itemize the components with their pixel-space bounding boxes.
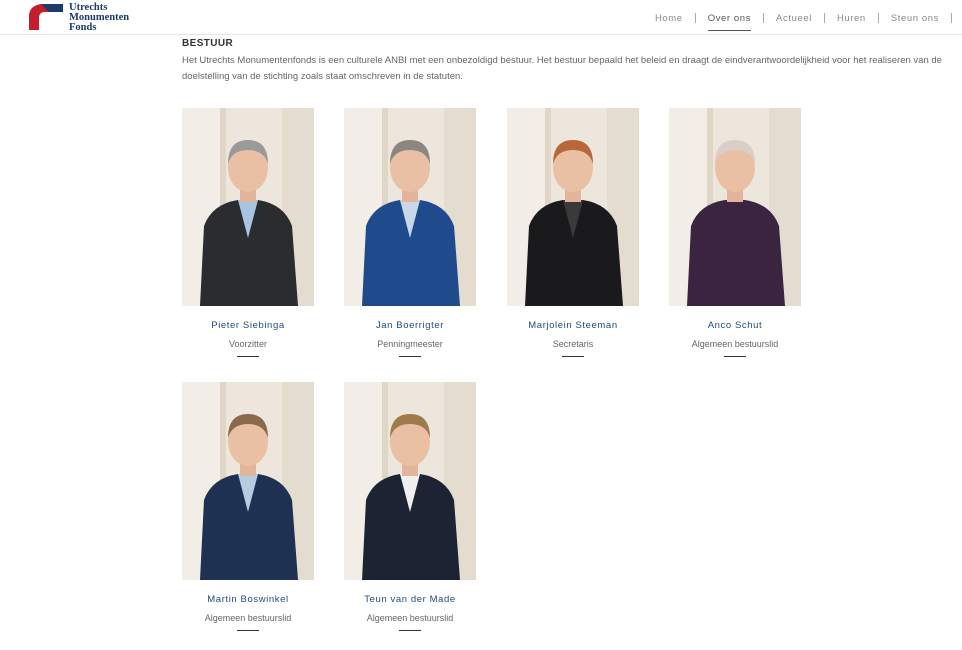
nav-steun-ons[interactable]: Steun ons: [879, 13, 951, 24]
member-photo: [182, 382, 314, 580]
member-role: Voorzitter: [228, 339, 268, 349]
member-divider: [237, 356, 259, 357]
member-name: Anco Schut: [707, 320, 763, 331]
member-divider: [399, 356, 421, 357]
nav-home[interactable]: Home: [643, 13, 695, 24]
member-photo: [507, 108, 639, 306]
nav-over-ons[interactable]: Over ons: [696, 13, 763, 31]
logo-text: Utrechts Monumenten Fonds: [69, 2, 129, 33]
member-name: Marjolein Steeman: [528, 320, 618, 331]
member-divider: [399, 630, 421, 631]
member-name: Martin Boswinkel: [207, 594, 289, 605]
logo-line-3: Fonds: [69, 22, 97, 33]
member-card: Marjolein Steeman Secretaris: [507, 108, 639, 357]
member-divider: [237, 630, 259, 631]
section-intro: Het Utrechts Monumentenfonds is een cult…: [182, 55, 942, 82]
member-photo: [182, 108, 314, 306]
logo-emblem-icon: [29, 4, 63, 30]
site-logo[interactable]: Utrechts Monumenten Fonds: [27, 2, 137, 33]
nav-huren[interactable]: Huren: [825, 13, 878, 24]
member-name: Jan Boerrigter: [375, 320, 445, 331]
member-card: Pieter Siebinga Voorzitter: [182, 108, 314, 357]
member-divider: [724, 356, 746, 357]
member-divider: [562, 356, 584, 357]
main-nav: Home Over ons Actueel Huren Steun ons: [643, 10, 952, 31]
member-role: Algemeen bestuurslid: [366, 613, 454, 623]
site-header: Utrechts Monumenten Fonds Home Over ons …: [0, 0, 962, 35]
member-photo: [344, 382, 476, 580]
member-role: Algemeen bestuurslid: [691, 339, 779, 349]
section-title: BESTUUR: [182, 38, 234, 49]
member-name: Pieter Siebinga: [211, 320, 285, 331]
member-name: Teun van der Made: [364, 594, 456, 605]
member-photo: [344, 108, 476, 306]
member-card: Anco Schut Algemeen bestuurslid: [669, 108, 801, 357]
member-role: Secretaris: [552, 339, 594, 349]
member-role: Penningmeester: [377, 339, 443, 349]
member-photo: [669, 108, 801, 306]
member-card: Jan Boerrigter Penningmeester: [344, 108, 476, 357]
bestuur-section: BESTUUR Het Utrechts Monumentenfonds is …: [182, 38, 952, 85]
nav-actueel[interactable]: Actueel: [764, 13, 824, 24]
member-card: Teun van der Made Algemeen bestuurslid: [344, 382, 476, 631]
member-card: Martin Boswinkel Algemeen bestuurslid: [182, 382, 314, 631]
member-role: Algemeen bestuurslid: [204, 613, 292, 623]
nav-separator: [951, 13, 952, 23]
